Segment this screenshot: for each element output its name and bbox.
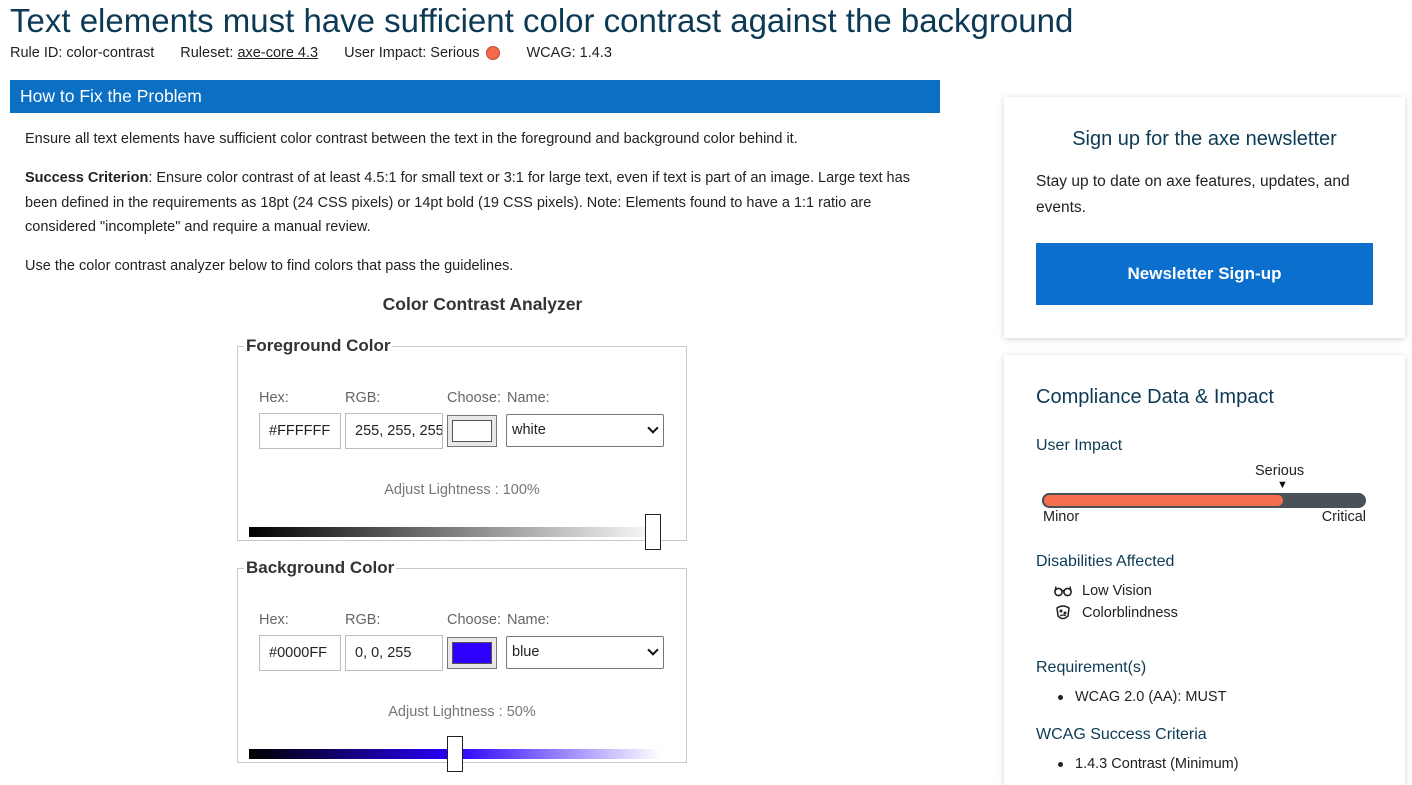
- user-impact: User Impact: Serious: [344, 45, 501, 61]
- glasses-icon: [1054, 586, 1072, 597]
- background-lightness-label: Adjust Lightness : 50%: [388, 704, 536, 720]
- newsletter-title: Sign up for the axe newsletter: [1072, 128, 1337, 150]
- disability-item: Colorblindness: [1054, 604, 1178, 622]
- foreground-lightness-label: Adjust Lightness : 100%: [384, 482, 540, 498]
- hex-label: Hex:: [259, 390, 289, 406]
- impact-min-label: Minor: [1043, 509, 1080, 525]
- wcag-criteria-heading: WCAG Success Criteria: [1036, 726, 1207, 743]
- rgb-label: RGB:: [345, 612, 381, 628]
- background-lightness-thumb[interactable]: [447, 736, 463, 772]
- impact-scale-bar: [1042, 493, 1366, 508]
- newsletter-text: Stay up to date on axe features, updates…: [1036, 173, 1350, 216]
- compliance-card: Compliance Data & Impact User Impact Ser…: [1004, 355, 1405, 785]
- chevron-down-icon: [647, 644, 659, 656]
- disability-label: Colorblindness: [1082, 605, 1178, 621]
- name-label: Name:: [507, 612, 550, 628]
- ruleset-label: Ruleset:: [180, 45, 234, 61]
- background-color-panel: Background Color Hex: RGB: Choose: Name:…: [237, 558, 687, 772]
- requirements-heading: Requirement(s): [1036, 659, 1147, 676]
- success-criterion-text: : Ensure color contrast of at least 4.5:…: [25, 170, 910, 235]
- foreground-legend: Foreground Color: [246, 336, 391, 355]
- how-to-fix-header: How to Fix the Problem: [10, 80, 940, 113]
- disability-label: Low Vision: [1082, 583, 1152, 599]
- success-criterion: Success Criterion: Ensure color contrast…: [25, 166, 930, 240]
- impact-level-label: Serious: [1255, 463, 1305, 479]
- hex-label: Hex:: [259, 612, 289, 628]
- requirement-item: WCAG 2.0 (AA): MUST: [1058, 689, 1226, 705]
- analyzer-hint: Use the color contrast analyzer below to…: [25, 258, 514, 274]
- user-impact-heading: User Impact: [1036, 437, 1123, 454]
- foreground-swatch: [452, 420, 492, 442]
- impact-max-label: Critical: [1321, 509, 1366, 525]
- requirement-label: WCAG 2.0 (AA): MUST: [1075, 689, 1227, 705]
- newsletter-card: Sign up for the axe newsletter Stay up t…: [1004, 97, 1405, 338]
- impact-marker-icon: ▼: [1277, 479, 1288, 491]
- foreground-name-select[interactable]: white: [506, 414, 664, 447]
- fix-intro: Ensure all text elements have sufficient…: [25, 131, 798, 147]
- choose-label: Choose:: [447, 612, 502, 628]
- background-name-value: blue: [512, 644, 540, 660]
- background-hex-input[interactable]: #0000FF: [259, 635, 341, 671]
- criteria-item: 1.4.3 Contrast (Minimum): [1058, 756, 1239, 772]
- name-label: Name:: [507, 390, 550, 406]
- newsletter-signup-button[interactable]: Newsletter Sign-up: [1036, 243, 1373, 305]
- chevron-down-icon: [647, 422, 659, 434]
- disabilities-heading: Disabilities Affected: [1036, 553, 1175, 570]
- background-swatch: [452, 642, 492, 664]
- compliance-title: Compliance Data & Impact: [1036, 386, 1274, 408]
- success-criterion-label: Success Criterion: [25, 170, 149, 186]
- background-legend: Background Color: [246, 558, 395, 577]
- background-rgb-input[interactable]: 0, 0, 255: [345, 635, 443, 671]
- rule-meta: Rule ID: color-contrast Ruleset: axe-cor…: [10, 45, 638, 61]
- foreground-lightness-track[interactable]: [249, 527, 661, 537]
- analyzer-title: Color Contrast Analyzer: [382, 294, 583, 314]
- rgb-label: RGB:: [345, 390, 381, 406]
- impact-dot-icon: [486, 46, 501, 60]
- foreground-name-value: white: [512, 422, 546, 438]
- ruleset: Ruleset: axe-core 4.3: [180, 45, 318, 61]
- foreground-rgb-input[interactable]: 255, 255, 255: [345, 413, 443, 449]
- choose-label: Choose:: [447, 390, 502, 406]
- foreground-color-panel: Foreground Color Hex: RGB: Choose: Name:…: [237, 336, 687, 550]
- foreground-hex-input[interactable]: #FFFFFF: [259, 413, 341, 449]
- background-name-select[interactable]: blue: [506, 636, 664, 669]
- background-color-picker[interactable]: [447, 637, 497, 669]
- ruleset-link[interactable]: axe-core 4.3: [237, 45, 318, 61]
- page-title: Text elements must have sufficient color…: [10, 2, 1074, 39]
- foreground-color-picker[interactable]: [447, 415, 497, 447]
- impact-scale-fill: [1042, 493, 1285, 508]
- criteria-label: 1.4.3 Contrast (Minimum): [1075, 756, 1239, 772]
- wcag-level: WCAG: 1.4.3: [526, 45, 612, 61]
- foreground-lightness-thumb[interactable]: [645, 514, 661, 550]
- disability-item: Low Vision: [1054, 583, 1152, 599]
- user-impact-text: User Impact: Serious: [344, 45, 480, 61]
- color-eye-icon: [1056, 605, 1070, 620]
- rule-id: Rule ID: color-contrast: [10, 45, 155, 61]
